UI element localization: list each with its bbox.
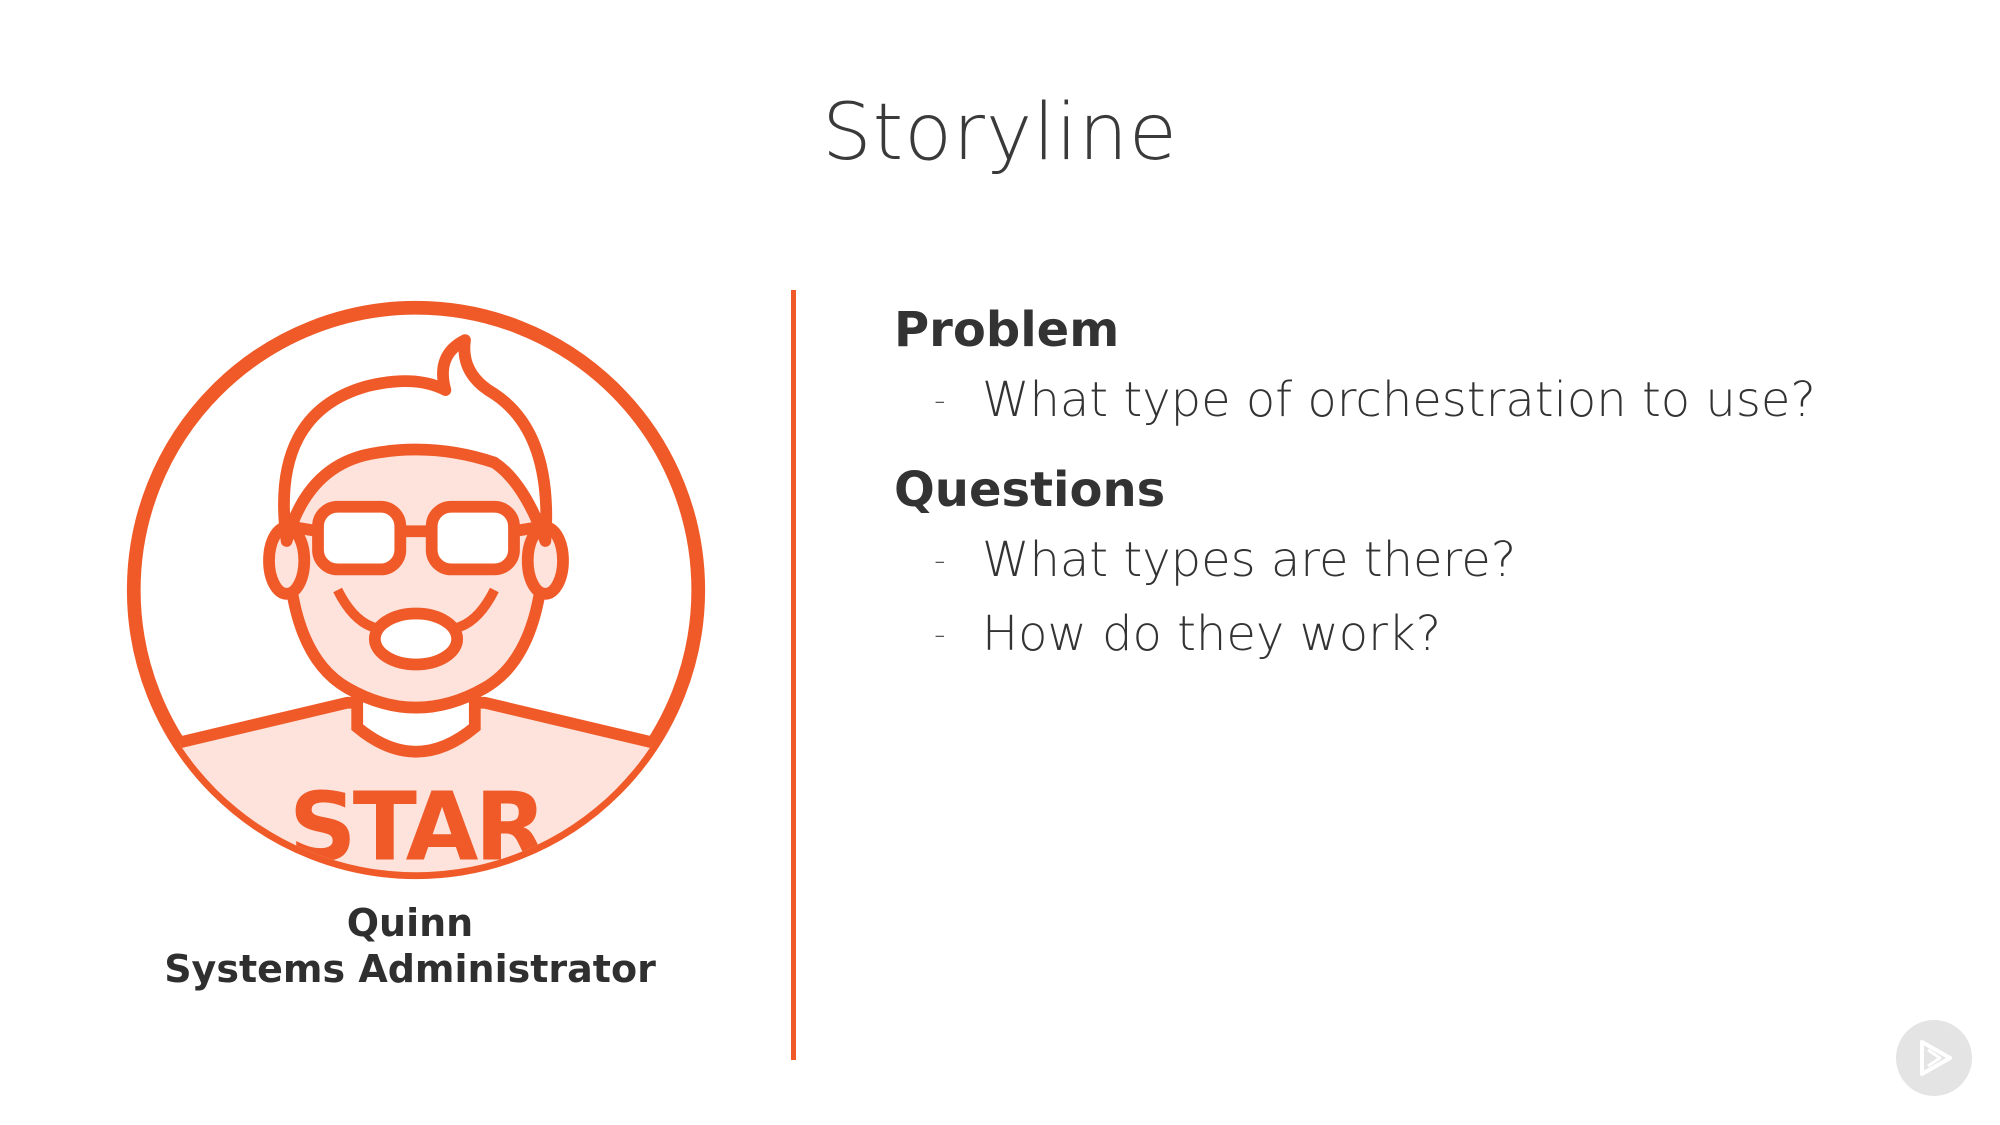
- list-item: - What types are there?: [894, 528, 1844, 592]
- persona-name: Quinn: [346, 901, 474, 945]
- vertical-divider: [791, 290, 796, 1060]
- play-button[interactable]: [1896, 1020, 1972, 1096]
- persona-caption: Quinn Systems Administrator: [110, 900, 710, 992]
- list-item-text: What type of orchestration to use?: [982, 372, 1816, 428]
- persona-role: Systems Administrator: [164, 947, 656, 991]
- questions-list: - What types are there? - How do they wo…: [894, 528, 1844, 666]
- shirt-text: STAR: [289, 774, 546, 883]
- section-heading-questions: Questions: [894, 462, 1166, 518]
- list-item-text: What types are there?: [982, 532, 1517, 588]
- bullet-dash-icon: -: [934, 541, 946, 579]
- storyline-content: Problem - What type of orchestration to …: [894, 300, 1844, 694]
- section-heading-problem: Problem: [894, 302, 1120, 358]
- bullet-dash-icon: -: [934, 381, 946, 419]
- bullet-dash-icon: -: [934, 615, 946, 653]
- persona-avatar-icon: STAR: [126, 300, 706, 883]
- problem-list: - What type of orchestration to use?: [894, 368, 1844, 432]
- list-item: - What type of orchestration to use?: [894, 368, 1844, 432]
- list-item-text: How do they work?: [982, 606, 1442, 662]
- slide-title: Storyline: [822, 88, 1178, 178]
- list-item: - How do they work?: [894, 602, 1844, 666]
- play-icon: [1920, 1040, 1952, 1076]
